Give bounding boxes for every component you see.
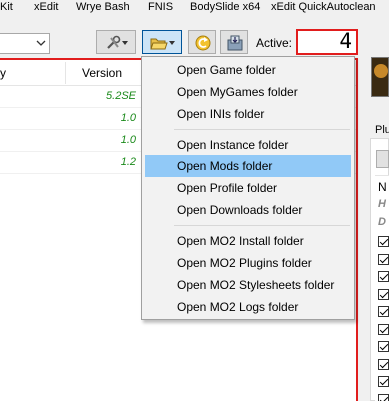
column-header-priority[interactable]: y (0, 66, 6, 80)
backup-button[interactable] (220, 30, 248, 54)
plugin-checkbox[interactable] (378, 236, 389, 247)
active-count: 4 (339, 29, 352, 53)
plugin-checkbox[interactable] (378, 376, 389, 387)
menu-separator (174, 225, 350, 226)
restore-button[interactable] (188, 30, 216, 54)
menu-item-open-mods-folder[interactable]: Open Mods folder (145, 155, 351, 177)
tools-icon (107, 35, 128, 49)
exe-xedit-quickautoclean[interactable]: xEdit QuickAutoclean (271, 0, 376, 16)
plugin-checkbox[interactable] (378, 393, 389, 401)
menu-item-open-mygames-folder[interactable]: Open MyGames folder (145, 81, 351, 103)
menu-item-open-mo2-logs-folder[interactable]: Open MO2 Logs folder (145, 296, 351, 318)
mod-version: 1.2 (120, 156, 136, 168)
plugin-checkbox[interactable] (378, 253, 389, 265)
mod-version: 1.0 (120, 112, 136, 124)
plugins-sort-button[interactable] (376, 150, 389, 168)
executables-bar: Kit xEdit Wrye Bash FNIS BodySlide x64 x… (0, 0, 389, 16)
menu-separator (174, 129, 350, 130)
mod-version: 1.0 (120, 134, 136, 146)
plugin-list-header[interactable]: N (378, 180, 387, 194)
active-label: Active: (256, 36, 293, 50)
plugin-row-ghost: D (378, 216, 386, 228)
open-folder-menu: Open Game folder Open MyGames folder Ope… (141, 56, 355, 320)
game-icon (371, 57, 389, 97)
menu-item-open-mo2-plugins-folder[interactable]: Open MO2 Plugins folder (145, 252, 351, 274)
plugin-checkbox[interactable] (378, 306, 389, 317)
plugin-checkbox[interactable] (378, 341, 389, 352)
column-divider[interactable] (65, 62, 66, 84)
plugin-checkbox[interactable] (378, 358, 389, 370)
plugin-checkbox[interactable] (378, 271, 389, 282)
plugin-row-ghost: H (378, 198, 386, 210)
open-folder-icon (150, 38, 175, 50)
profile-select[interactable] (0, 33, 50, 54)
menu-item-open-mo2-install-folder[interactable]: Open MO2 Install folder (145, 230, 351, 252)
exe-wrye-bash[interactable]: Wrye Bash (76, 0, 130, 16)
menu-item-open-mo2-stylesheets-folder[interactable]: Open MO2 Stylesheets folder (145, 274, 351, 296)
menu-item-open-instance-folder[interactable]: Open Instance folder (145, 134, 351, 156)
menu-item-open-profile-folder[interactable]: Open Profile folder (145, 177, 351, 199)
plugin-checkbox[interactable] (378, 323, 389, 335)
exe-bodyslide[interactable]: BodySlide x64 (190, 0, 260, 16)
tab-plugins[interactable]: Plu (375, 124, 389, 136)
exe-fnis[interactable]: FNIS (148, 0, 173, 16)
plugin-checkbox[interactable] (378, 288, 389, 300)
exe-kit[interactable]: Kit (0, 0, 13, 16)
backup-disk-icon (227, 35, 243, 51)
column-header-version[interactable]: Version (82, 66, 122, 80)
active-count-display: 4 (296, 29, 358, 55)
mod-version: 5.2SE (106, 90, 136, 102)
chevron-down-icon (36, 40, 46, 46)
restore-arrow-icon (195, 35, 211, 51)
menu-item-open-downloads-folder[interactable]: Open Downloads folder (145, 199, 351, 221)
tools-button[interactable] (96, 30, 136, 54)
open-folder-button[interactable] (142, 30, 182, 54)
exe-xedit[interactable]: xEdit (34, 0, 58, 16)
menu-item-open-game-folder[interactable]: Open Game folder (145, 59, 351, 81)
menu-item-open-inis-folder[interactable]: Open INIs folder (145, 103, 351, 125)
